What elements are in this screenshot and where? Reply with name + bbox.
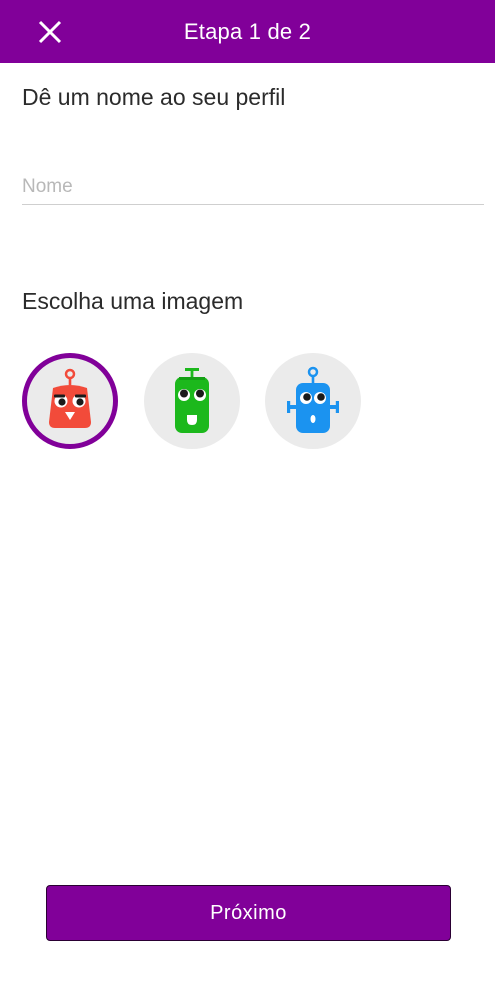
choose-image-heading: Escolha uma imagem [22, 288, 244, 314]
avatar-option-green[interactable] [144, 353, 240, 449]
avatar-option-blue[interactable] [265, 353, 361, 449]
profile-name-heading: Dê um nome ao seu perfil [22, 84, 286, 110]
next-button[interactable]: Próximo [46, 885, 451, 941]
blue-robot-icon [287, 366, 339, 433]
step-title: Etapa 1 de 2 [183, 19, 312, 44]
red-robot-icon [49, 368, 91, 428]
avatar-option-red[interactable] [22, 353, 118, 449]
green-robot-icon [175, 368, 209, 433]
name-input[interactable] [22, 170, 484, 205]
top-app-bar: Etapa 1 de 2 [0, 0, 495, 63]
